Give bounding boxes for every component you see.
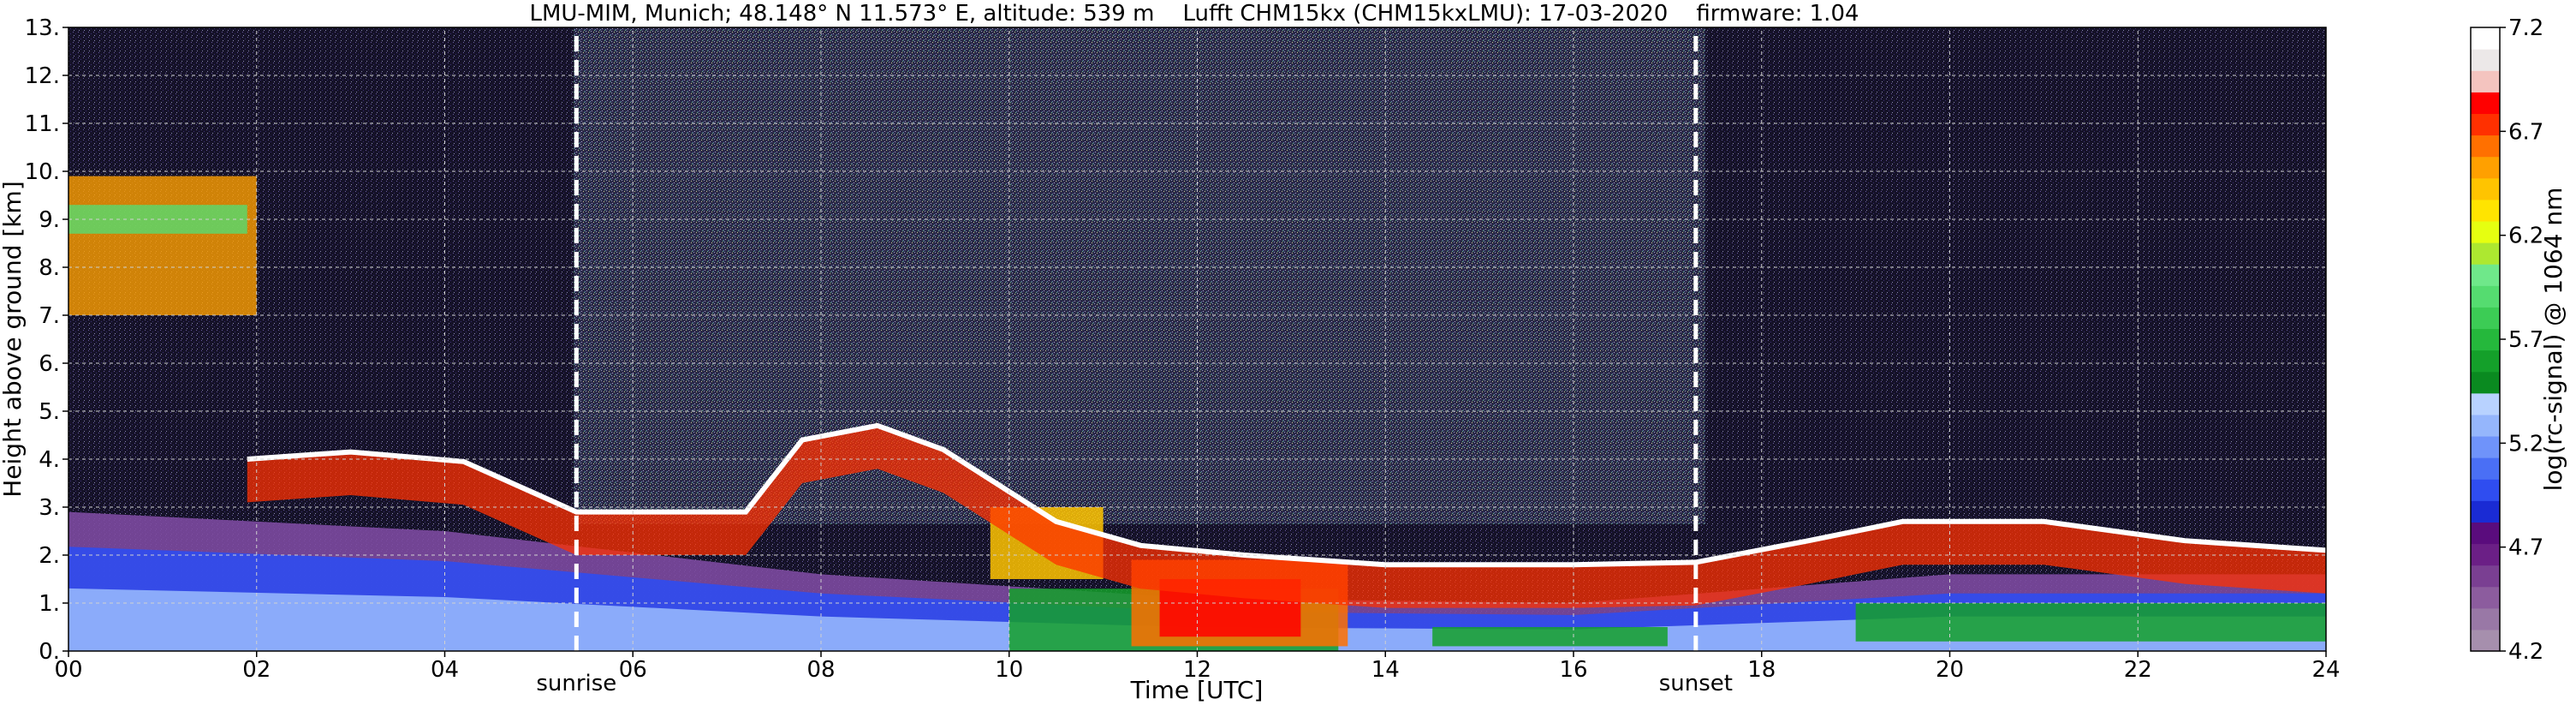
colorbar-swatch	[2471, 264, 2500, 286]
colorbar-swatch	[2471, 414, 2500, 437]
y-tick-label: 11.	[25, 111, 60, 137]
sun-marker-label: sunrise	[536, 671, 616, 696]
colorbar-swatch	[2471, 92, 2500, 115]
colorbar-swatch	[2471, 328, 2500, 351]
colorbar-swatch	[2471, 70, 2500, 93]
colorbar-swatch	[2471, 177, 2500, 200]
x-tick-label: 14	[1371, 657, 1400, 683]
cirrus-cloud	[68, 176, 257, 315]
y-tick-label: 12.	[25, 63, 60, 89]
colorbar-label: log(rc-signal) @ 1064 nm	[2539, 188, 2567, 492]
y-tick-label: 2.	[39, 543, 60, 569]
y-axis: 0. 1. 2. 3. 4. 5. 6. 7. 8. 9. 10. 11. 12. 13.	[25, 15, 68, 665]
x-tick-label: 24	[2311, 657, 2340, 683]
x-tick-label: 20	[1936, 657, 1964, 683]
x-tick-label: 10	[995, 657, 1023, 683]
y-tick-label: 5.	[39, 399, 60, 425]
colorbar-tick-label: 4.2	[2508, 639, 2543, 665]
chart-svg: sunrise sunset 00 02 04 06 08 10 12 14 16 18 20 22 24…	[0, 1, 2567, 704]
colorbar-swatch	[2471, 457, 2500, 480]
colorbar-tick-label: 6.7	[2508, 119, 2543, 145]
colorbar: 4.24.75.25.76.26.77.2	[2470, 15, 2543, 665]
x-tick-label: 08	[806, 657, 835, 683]
colorbar-swatch	[2471, 27, 2500, 50]
colorbar-swatch	[2471, 285, 2500, 308]
y-tick-label: 6.	[39, 351, 60, 377]
y-tick-label: 13.	[25, 15, 60, 41]
green-aerosol-patch	[1432, 627, 1668, 647]
colorbar-swatch	[2471, 629, 2500, 652]
x-axis-label: Time [UTC]	[1130, 676, 1264, 704]
colorbar-swatch	[2471, 500, 2500, 523]
x-tick-label: 06	[619, 657, 647, 683]
chart-title: LMU-MIM, Munich; 48.148° N 11.573° E, al…	[529, 1, 1859, 27]
colorbar-swatch	[2471, 156, 2500, 179]
daytime-noise-region	[574, 27, 1705, 524]
y-tick-label: 7.	[39, 303, 60, 329]
x-tick-label: 16	[1559, 657, 1587, 683]
y-tick-label: 0.	[39, 639, 60, 665]
colorbar-tick-label: 4.7	[2508, 535, 2543, 561]
colorbar-swatch	[2471, 479, 2500, 501]
colorbar-swatch	[2471, 113, 2500, 136]
x-tick-label: 22	[2124, 657, 2152, 683]
y-axis-label: Height above ground [km]	[0, 181, 27, 498]
x-tick-label: 04	[431, 657, 459, 683]
colorbar-swatch	[2471, 565, 2500, 588]
colorbar-swatch	[2471, 586, 2500, 609]
x-tick-label: 02	[242, 657, 271, 683]
y-tick-label: 3.	[39, 495, 60, 521]
colorbar-swatch	[2471, 49, 2500, 71]
colorbar-swatch	[2471, 522, 2500, 545]
colorbar-swatch	[2471, 543, 2500, 566]
sun-marker-label: sunset	[1659, 671, 1733, 696]
colorbar-tick-label: 7.2	[2508, 15, 2543, 41]
colorbar-swatch	[2471, 242, 2500, 265]
y-tick-label: 1.	[39, 591, 60, 617]
colorbar-swatch	[2471, 371, 2500, 394]
colorbar-swatch	[2471, 220, 2500, 243]
colorbar-swatch	[2471, 199, 2500, 222]
colorbar-swatch	[2471, 134, 2500, 158]
colorbar-swatch	[2471, 307, 2500, 330]
green-aerosol-patch	[1855, 603, 2326, 642]
y-tick-label: 10.	[25, 159, 60, 185]
colorbar-swatch	[2471, 350, 2500, 373]
y-tick-label: 4.	[39, 447, 60, 473]
colorbar-swatch	[2471, 435, 2500, 458]
lidar-chart-figure: sunrise sunset 00 02 04 06 08 10 12 14 16 18 20 22 24…	[0, 0, 2576, 708]
colorbar-swatch	[2471, 392, 2500, 415]
y-tick-label: 9.	[39, 207, 60, 233]
y-tick-label: 8.	[39, 255, 60, 281]
x-tick-label: 18	[1747, 657, 1776, 683]
colorbar-swatch	[2471, 607, 2500, 630]
